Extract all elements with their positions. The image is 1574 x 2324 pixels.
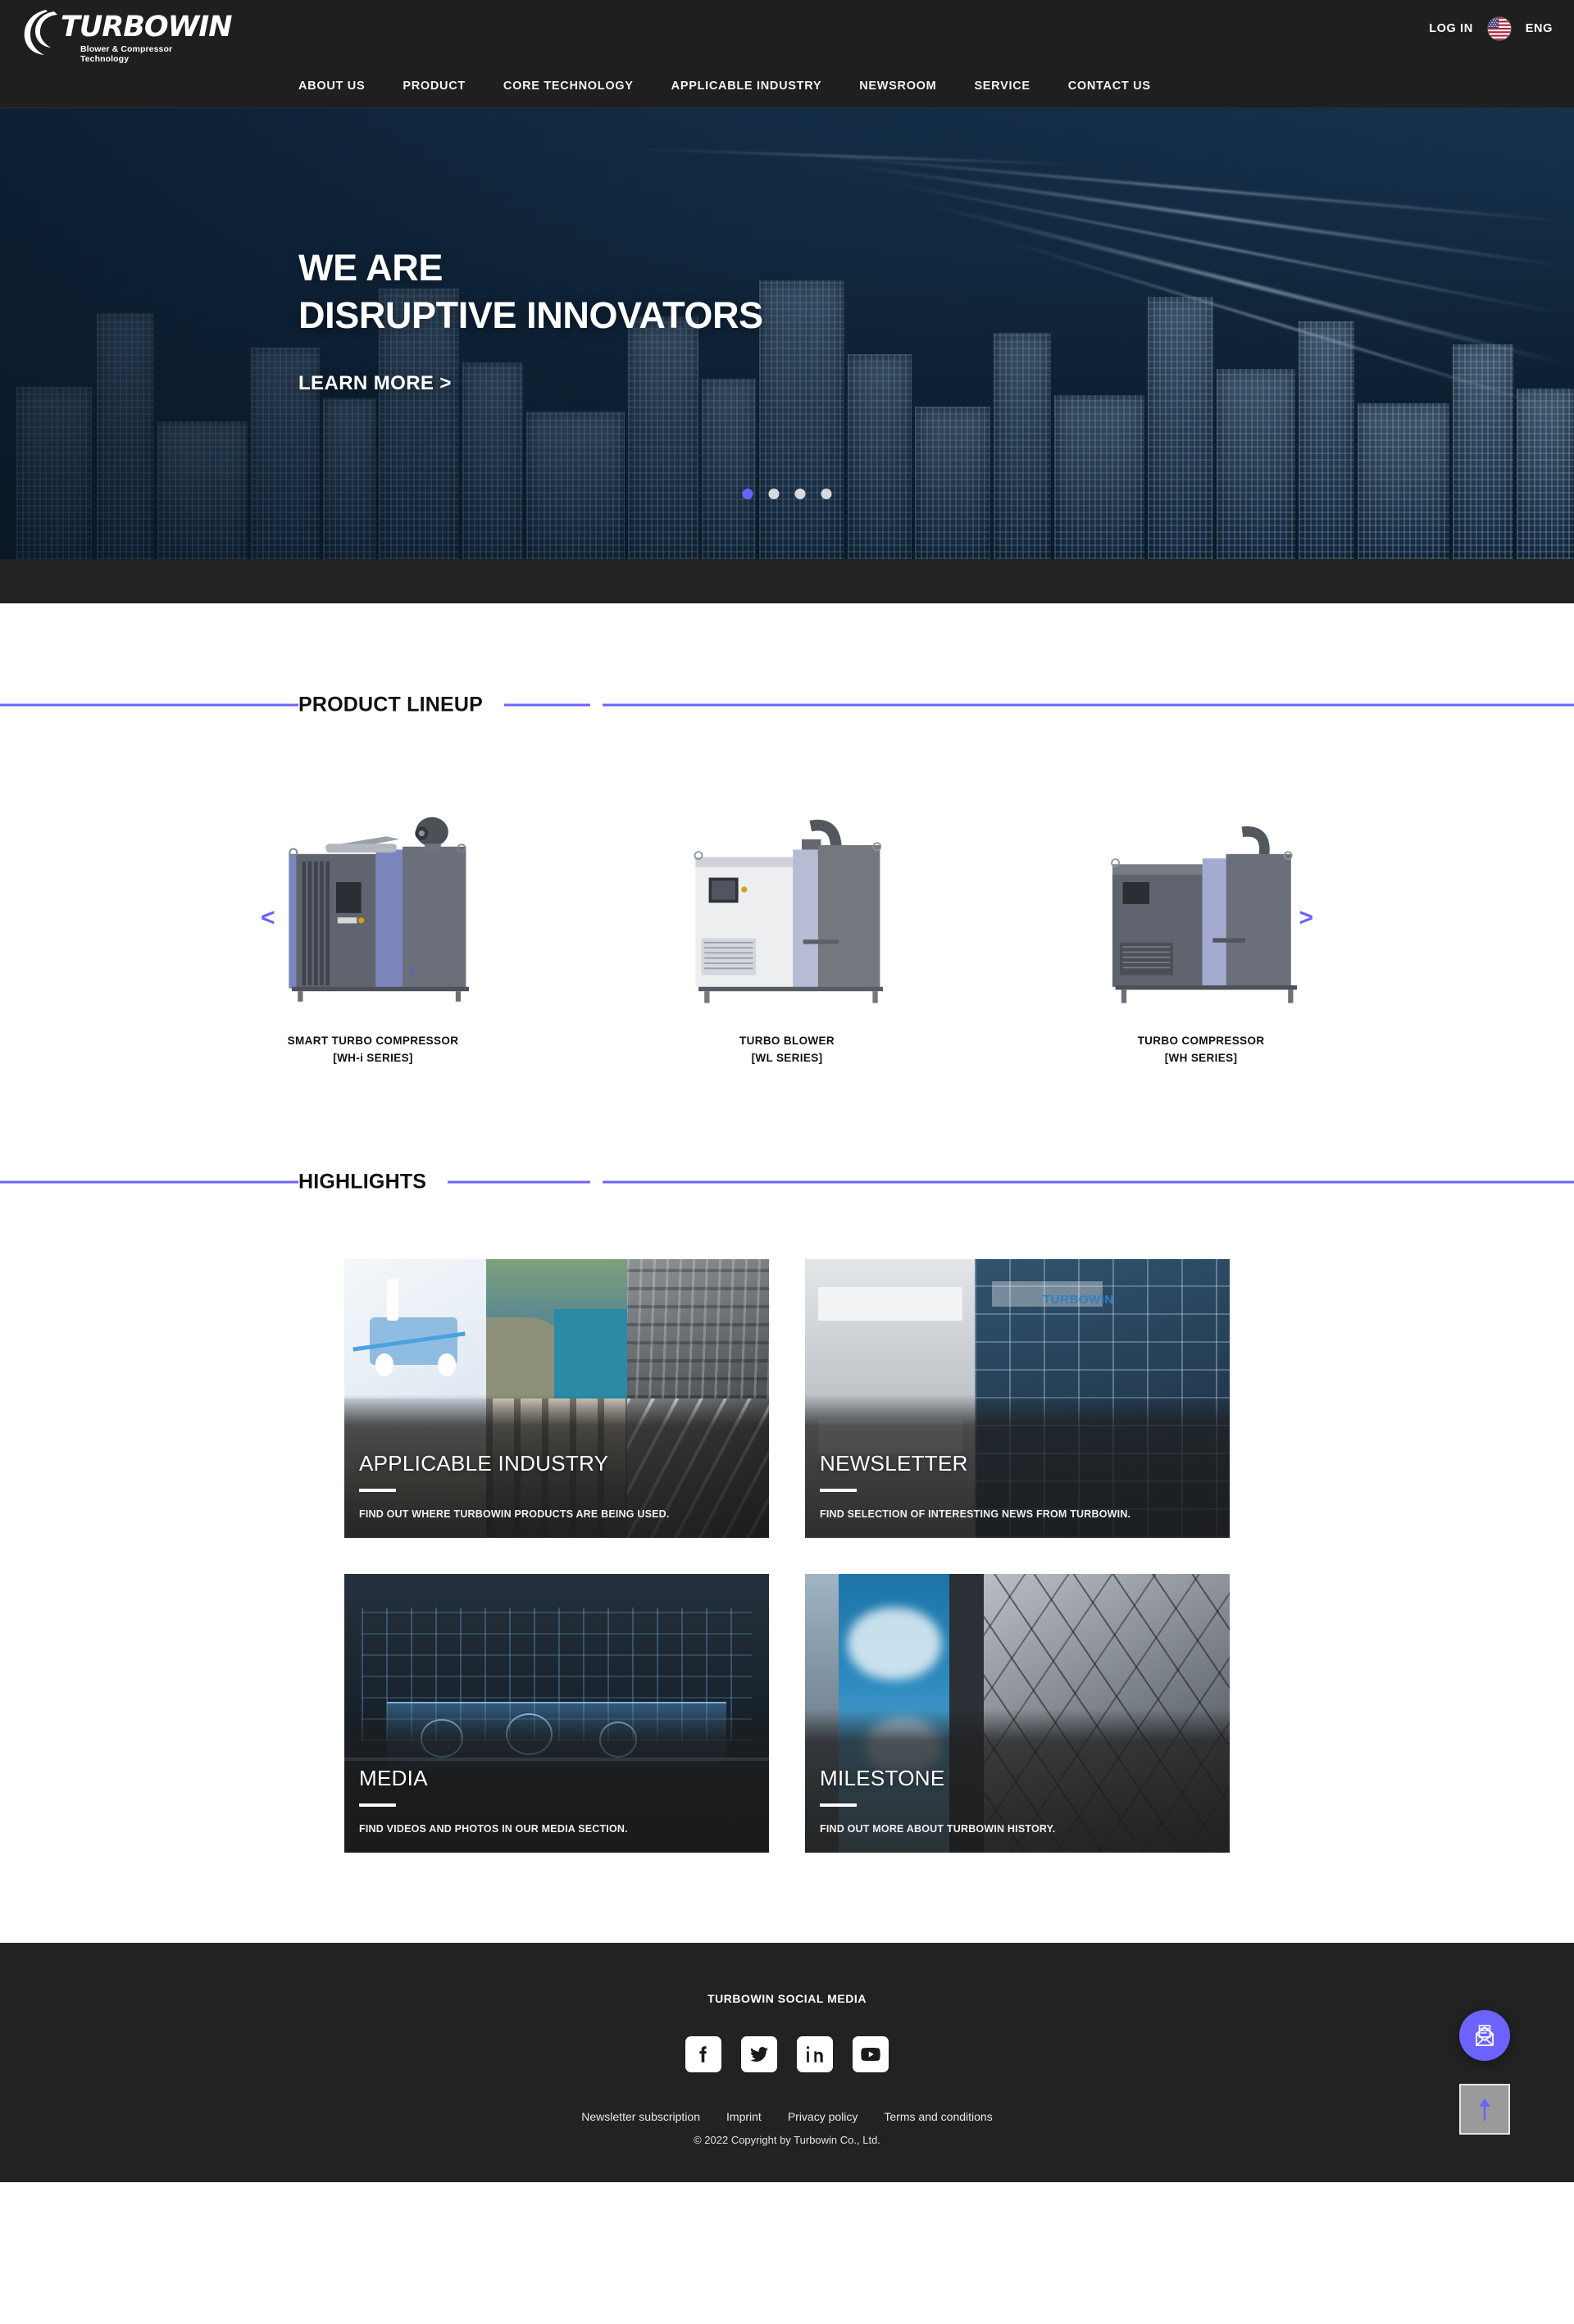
- highlight-card-newsletter[interactable]: TURBOWIN NEWSLETTER FIND SELECTION OF IN…: [805, 1258, 1230, 1538]
- product-card-turbo-blower[interactable]: TURBO BLOWER [WL SERIES]: [652, 769, 922, 1067]
- newsletter-fab-button[interactable]: [1459, 2009, 1510, 2061]
- site-footer: TURBOWIN SOCIAL MEDIA Newsletter subscri…: [0, 1942, 1574, 2182]
- linkedin-icon[interactable]: [797, 2035, 833, 2072]
- card-divider-bar: [359, 1803, 396, 1807]
- card-divider-bar: [820, 1803, 857, 1807]
- turbo-compressor-photo: [1066, 769, 1336, 1015]
- social-media-heading: TURBOWIN SOCIAL MEDIA: [707, 1991, 867, 2005]
- heading-rule-right: [603, 703, 1574, 707]
- footer-link-terms-and-conditions[interactable]: Terms and conditions: [884, 2110, 992, 2123]
- product-series-text: [WH SERIES]: [1164, 1051, 1238, 1064]
- top-bar-actions: LOG IN ENG: [1429, 17, 1553, 40]
- hero-learn-more-link[interactable]: LEARN MORE >: [298, 372, 763, 395]
- arrow-up-icon: [1479, 2098, 1490, 2121]
- nav-item-newsroom[interactable]: NEWSROOM: [859, 80, 936, 93]
- product-series-text: [WH-i SERIES]: [333, 1051, 413, 1064]
- card-title: APPLICABLE INDUSTRY: [359, 1451, 609, 1476]
- product-name: SMART TURBO COMPRESSOR [WH-i SERIES]: [238, 1033, 508, 1067]
- hero-bottom-strip: [0, 559, 1574, 603]
- top-bar: TURBOWIN Blower & Compressor Technology …: [0, 0, 1574, 64]
- card-divider-bar: [820, 1488, 857, 1492]
- turbo-blower-photo: [652, 769, 922, 1015]
- nav-item-service[interactable]: SERVICE: [974, 80, 1030, 93]
- hero-title-line2: DISRUPTIVE INNOVATORS: [298, 294, 763, 336]
- product-series-text: [WL SERIES]: [751, 1051, 823, 1064]
- highlights-section: HIGHLIGHTS APPLICABLE INDUSTRY FIND OUT …: [0, 1109, 1574, 1943]
- login-link[interactable]: LOG IN: [1429, 22, 1473, 35]
- language-selector[interactable]: ENG: [1526, 22, 1553, 35]
- us-flag-icon[interactable]: [1487, 17, 1511, 40]
- nav-item-contact-us[interactable]: CONTACT US: [1068, 80, 1151, 93]
- product-lineup-title: PRODUCT LINEUP: [298, 693, 505, 717]
- card-title: MILESTONE: [820, 1766, 945, 1791]
- twitter-icon[interactable]: [741, 2035, 777, 2072]
- footer-link-newsletter-subscription[interactable]: Newsletter subscription: [581, 2110, 700, 2123]
- product-name: TURBO BLOWER [WL SERIES]: [652, 1033, 922, 1067]
- card-description: FIND OUT WHERE TURBOWIN PRODUCTS ARE BEI…: [359, 1508, 670, 1520]
- carousel-dot-3[interactable]: [794, 489, 806, 499]
- product-lineup-section: PRODUCT LINEUP < > SMART TURBO COMPRESSO…: [0, 603, 1574, 1110]
- product-name: TURBO COMPRESSOR [WH SERIES]: [1066, 1033, 1336, 1067]
- card-description: FIND VIDEOS AND PHOTOS IN OUR MEDIA SECT…: [359, 1822, 628, 1835]
- highlight-card-applicable-industry[interactable]: APPLICABLE INDUSTRY FIND OUT WHERE TURBO…: [344, 1258, 769, 1538]
- highlights-card-grid: APPLICABLE INDUSTRY FIND OUT WHERE TURBO…: [344, 1258, 1230, 1853]
- highlight-card-media[interactable]: MEDIA FIND VIDEOS AND PHOTOS IN OUR MEDI…: [344, 1573, 769, 1853]
- card-title: MEDIA: [359, 1766, 428, 1791]
- brand-tagline: Blower & Compressor Technology: [80, 44, 173, 64]
- card-divider-bar: [359, 1488, 396, 1492]
- footer-link-privacy-policy[interactable]: Privacy policy: [788, 2110, 858, 2123]
- highlights-heading-row: HIGHLIGHTS: [0, 1166, 1574, 1198]
- card-description: FIND OUT MORE ABOUT TURBOWIN HISTORY.: [820, 1822, 1056, 1835]
- footer-links: Newsletter subscription Imprint Privacy …: [0, 2110, 1574, 2123]
- nav-item-core-technology[interactable]: CORE TECHNOLOGY: [503, 80, 634, 93]
- heading-rule-left: [0, 1180, 590, 1184]
- copyright-text: © 2022 Copyright by Turbowin Co., Ltd.: [694, 2133, 880, 2146]
- heading-rule-right: [603, 1180, 1574, 1184]
- hero-title-line1: WE ARE: [298, 247, 443, 289]
- card-description: FIND SELECTION OF INTERESTING NEWS FROM …: [820, 1508, 1131, 1520]
- nav-item-product[interactable]: PRODUCT: [403, 80, 466, 93]
- product-lineup-carousel: SMART TURBO COMPRESSOR [WH-i SERIES] TUR…: [238, 769, 1336, 1067]
- smart-turbo-compressor-photo: [238, 769, 508, 1015]
- product-card-turbo-compressor[interactable]: TURBO COMPRESSOR [WH SERIES]: [1066, 769, 1336, 1067]
- social-links: [0, 2035, 1574, 2072]
- product-name-text: TURBO COMPRESSOR: [1137, 1035, 1265, 1047]
- carousel-dot-4[interactable]: [821, 489, 832, 499]
- product-card-smart-turbo-compressor[interactable]: SMART TURBO COMPRESSOR [WH-i SERIES]: [238, 769, 508, 1067]
- carousel-dots: [742, 489, 832, 499]
- open-envelope-icon: [1476, 2025, 1494, 2046]
- scroll-to-top-button[interactable]: [1459, 2083, 1510, 2135]
- brand-logo[interactable]: TURBOWIN Blower & Compressor Technology: [21, 7, 233, 64]
- highlight-card-milestone[interactable]: MILESTONE FIND OUT MORE ABOUT TURBOWIN H…: [805, 1573, 1230, 1853]
- product-lineup-heading-row: PRODUCT LINEUP: [0, 689, 1574, 721]
- main-navigation: ABOUT US PRODUCT CORE TECHNOLOGY APPLICA…: [0, 64, 1574, 108]
- hero-carousel: WE ARE DISRUPTIVE INNOVATORS LEARN MORE …: [0, 108, 1574, 559]
- highlights-title: HIGHLIGHTS: [298, 1170, 448, 1194]
- nav-item-about-us[interactable]: ABOUT US: [298, 80, 365, 93]
- card-title: NEWSLETTER: [820, 1451, 968, 1476]
- carousel-dot-1[interactable]: [742, 489, 753, 499]
- facebook-icon[interactable]: [685, 2035, 721, 2072]
- product-name-text: SMART TURBO COMPRESSOR: [287, 1035, 459, 1047]
- footer-link-imprint[interactable]: Imprint: [726, 2110, 762, 2123]
- carousel-dot-2[interactable]: [768, 489, 780, 499]
- youtube-icon[interactable]: [853, 2035, 889, 2072]
- nav-item-applicable-industry[interactable]: APPLICABLE INDUSTRY: [671, 80, 822, 93]
- product-name-text: TURBO BLOWER: [739, 1035, 835, 1047]
- brand-name: TURBOWIN: [61, 11, 233, 43]
- hero-title: WE ARE DISRUPTIVE INNOVATORS: [298, 244, 763, 339]
